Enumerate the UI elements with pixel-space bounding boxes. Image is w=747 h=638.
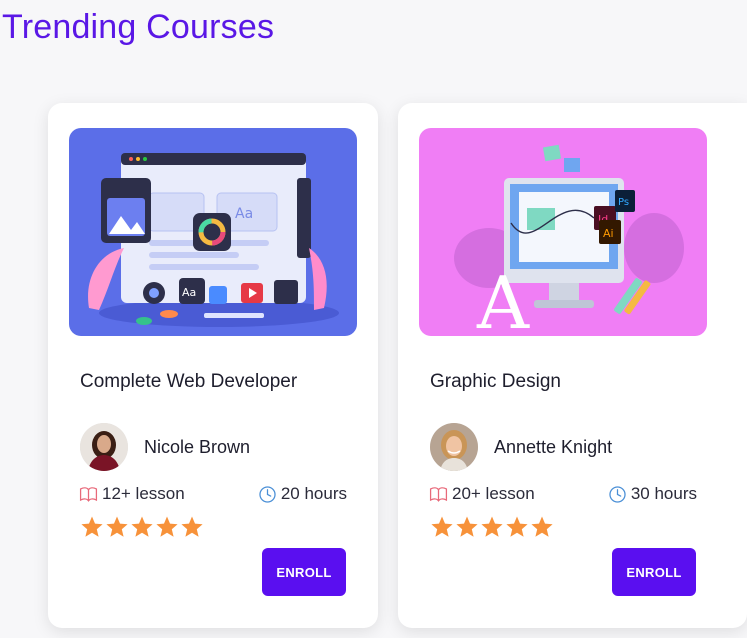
- enroll-button[interactable]: ENROLL: [262, 548, 346, 596]
- web-development-illustration: Aa Aa: [69, 128, 357, 336]
- course-title[interactable]: Graphic Design: [430, 371, 561, 393]
- clock-icon: [259, 485, 276, 503]
- course-thumbnail[interactable]: Aa Aa: [69, 128, 357, 336]
- graphic-design-illustration: Id Ps Ai A: [419, 128, 707, 336]
- book-icon: [79, 486, 98, 502]
- instructor-avatar: [80, 423, 128, 471]
- star-icon: [181, 516, 203, 537]
- course-card-web-developer[interactable]: Aa Aa Complete Web Developer Nicole Brow…: [48, 103, 378, 628]
- course-duration: 30 hours: [608, 484, 697, 504]
- svg-text:A: A: [476, 261, 530, 336]
- star-icon: [431, 516, 453, 537]
- rating-stars: [80, 515, 204, 539]
- star-icon: [531, 516, 553, 537]
- book-icon: [429, 486, 448, 502]
- duration-text: 30 hours: [630, 484, 697, 503]
- star-icon: [156, 516, 178, 537]
- svg-text:Ps: Ps: [618, 197, 629, 208]
- star-icon: [106, 516, 128, 537]
- course-card-graphic-design[interactable]: Id Ps Ai A Graphic Design Annette Knight: [398, 103, 747, 628]
- star-icon: [456, 516, 478, 537]
- lesson-count-text: 12+ lesson: [102, 484, 185, 503]
- duration-text: 20 hours: [280, 484, 347, 503]
- star-icon: [506, 516, 528, 537]
- course-thumbnail[interactable]: Id Ps Ai A: [419, 128, 707, 336]
- clock-icon: [609, 485, 626, 503]
- page-title: Trending Courses: [2, 8, 275, 46]
- star-icon: [131, 516, 153, 537]
- instructor-name: Nicole Brown: [144, 437, 251, 457]
- svg-text:Ai: Ai: [603, 227, 614, 240]
- instructor-name: Annette Knight: [494, 437, 613, 457]
- lesson-count: 20+ lesson: [429, 484, 535, 504]
- star-icon: [81, 516, 103, 537]
- star-icon: [481, 516, 503, 537]
- lesson-count-text: 20+ lesson: [452, 484, 535, 503]
- svg-text:Aa: Aa: [235, 206, 253, 222]
- instructor-avatar: [430, 423, 478, 471]
- course-duration: 20 hours: [258, 484, 347, 504]
- svg-text:Aa: Aa: [182, 286, 196, 299]
- rating-stars: [430, 515, 554, 539]
- lesson-count: 12+ lesson: [79, 484, 185, 504]
- course-title[interactable]: Complete Web Developer: [80, 371, 297, 393]
- enroll-button[interactable]: ENROLL: [612, 548, 696, 596]
